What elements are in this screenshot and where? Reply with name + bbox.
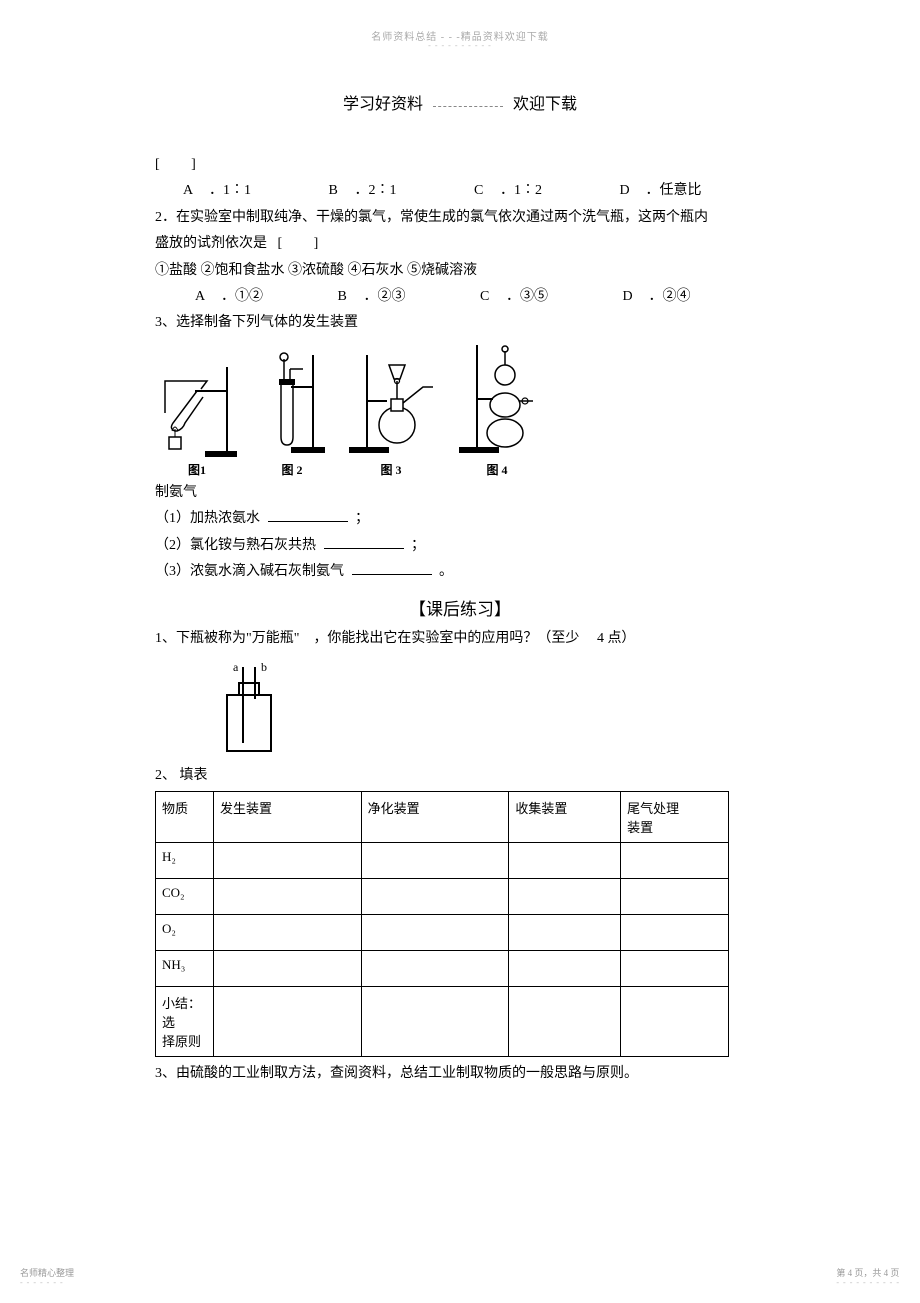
universal-bottle-figure: a b — [209, 661, 765, 761]
q3-after: 制氨气 — [155, 482, 765, 504]
gas-washing-bottle-icon: a b — [209, 661, 289, 761]
cell-input[interactable] — [361, 843, 509, 879]
cell-input[interactable] — [621, 987, 729, 1057]
th-collect: 收集装置 — [509, 792, 621, 843]
q3-item-1: （1）加热浓氨水 ； — [155, 508, 765, 530]
row-co2: CO₂ — [156, 879, 214, 915]
kipps-generator-icon — [455, 341, 539, 459]
blank-input[interactable] — [324, 535, 404, 549]
cell-input[interactable] — [361, 915, 509, 951]
fig2-label: 图 2 — [281, 461, 302, 478]
apparatus-fig1: 图1 — [155, 363, 239, 478]
q2-opt-c: C．③⑤ — [480, 286, 623, 308]
port-b-label: b — [261, 661, 267, 674]
cell-input[interactable] — [621, 915, 729, 951]
p2-stem: 2、 填表 — [155, 765, 765, 787]
cell-input[interactable] — [509, 987, 621, 1057]
cell-input[interactable] — [213, 987, 361, 1057]
table-row: CO₂ — [156, 879, 729, 915]
cell-input[interactable] — [213, 843, 361, 879]
apparatus-fig4: 图 4 — [455, 341, 539, 478]
blank-input[interactable] — [352, 561, 432, 575]
q1-opt-c: C．1∶2 — [474, 180, 620, 202]
q2-opt-b: B．②③ — [338, 286, 481, 308]
fig1-label: 图1 — [188, 461, 206, 478]
header-underline — [433, 106, 503, 107]
cell-input[interactable] — [509, 843, 621, 879]
row-o2: O₂ — [156, 915, 214, 951]
page-body: 学习好资料 欢迎下载 [ ] A．1∶1 B．2∶1 C．1∶2 D．任意比 2… — [0, 50, 920, 1085]
th-generator: 发生装置 — [213, 792, 361, 843]
blank-input[interactable] — [268, 508, 348, 522]
footer-dashes: - - - - - - - — [20, 1278, 74, 1287]
top-watermark: 名师资料总结 - - -精品资料欢迎下载 - - - - - - - - - - — [0, 0, 920, 50]
round-flask-funnel-icon — [345, 351, 437, 459]
header-right: 欢迎下载 — [513, 96, 577, 113]
header-left: 学习好资料 — [343, 96, 423, 113]
row-nh3: NH₃ — [156, 951, 214, 987]
th-substance: 物质 — [156, 792, 214, 843]
q2-stem-2: 盛放的试剂依次是 [ ] — [155, 233, 765, 255]
cell-input[interactable] — [213, 951, 361, 987]
q3-stem: 3、选择制备下列气体的发生装置 — [155, 312, 765, 334]
footer-left: 名师精心整理 - - - - - - - — [20, 1266, 74, 1287]
cell-input[interactable] — [361, 951, 509, 987]
table-row-summary: 小结：选 择原则 — [156, 987, 729, 1057]
q1-options: A．1∶1 B．2∶1 C．1∶2 D．任意比 — [155, 180, 765, 202]
cell-input[interactable] — [361, 987, 509, 1057]
q2-options: A．①② B．②③ C．③⑤ D．②④ — [155, 286, 765, 308]
p1-stem: 1、下瓶被称为"万能瓶" ，你能找出它在实验室中的应用吗？（至少 4 点） — [155, 628, 765, 650]
footer-right: 第 4 页，共 4 页 - - - - - - - - - - — [836, 1266, 900, 1287]
page-header: 学习好资料 欢迎下载 — [155, 90, 765, 114]
table-header-row: 物质 发生装置 净化装置 收集装置 尾气处理 装置 — [156, 792, 729, 843]
cell-input[interactable] — [621, 843, 729, 879]
q1-opt-b: B．2∶1 — [329, 180, 475, 202]
cell-input[interactable] — [361, 879, 509, 915]
table-row: NH₃ — [156, 951, 729, 987]
cell-input[interactable] — [213, 915, 361, 951]
fig3-label: 图 3 — [380, 461, 401, 478]
q1-opt-a: A．1∶1 — [183, 180, 329, 202]
cell-input[interactable] — [213, 879, 361, 915]
fig4-label: 图 4 — [486, 461, 507, 478]
cell-input[interactable] — [621, 879, 729, 915]
q1-opt-d: D．任意比 — [620, 180, 766, 202]
apparatus-fig2: 图 2 — [257, 351, 327, 478]
table-row: H₂ — [156, 843, 729, 879]
apparatus-fig3: 图 3 — [345, 351, 437, 478]
q2-stem-1: 2．在实验室中制取纯净、干燥的氯气，常使生成的氯气依次通过两个洗气瓶，这两个瓶内 — [155, 207, 765, 229]
cell-input[interactable] — [509, 879, 621, 915]
q2-opt-d: D．②④ — [623, 286, 766, 308]
cell-input[interactable] — [621, 951, 729, 987]
row-summary: 小结：选 择原则 — [156, 987, 214, 1057]
q3-item-3: （3）浓氨水滴入碱石灰制氨气 。 — [155, 561, 765, 583]
q2-opt-a: A．①② — [195, 286, 338, 308]
table-row: O₂ — [156, 915, 729, 951]
practice-title: 【课后练习】 — [155, 595, 765, 620]
footer-dashes: - - - - - - - - - - — [836, 1278, 900, 1287]
cell-input[interactable] — [509, 915, 621, 951]
port-a-label: a — [233, 661, 239, 674]
thistle-funnel-tube-icon — [257, 351, 327, 459]
page-footer: 名师精心整理 - - - - - - - 第 4 页，共 4 页 - - - -… — [20, 1266, 900, 1287]
p3-stem: 3、由硫酸的工业制取方法，查阅资料，总结工业制取物质的一般思路与原则。 — [155, 1063, 765, 1085]
th-tailgas: 尾气处理 装置 — [621, 792, 729, 843]
substances-table: 物质 发生装置 净化装置 收集装置 尾气处理 装置 H₂ CO₂ O₂ — [155, 791, 729, 1057]
q2-reagents: ①盐酸 ②饱和食盐水 ③浓硫酸 ④石灰水 ⑤烧碱溶液 — [155, 260, 765, 282]
q1-bracket: [ ] — [155, 154, 765, 176]
retort-stand-heating-icon — [155, 363, 239, 459]
wm-dashes: - - - - - - - - - - — [0, 41, 920, 50]
cell-input[interactable] — [509, 951, 621, 987]
apparatus-row: 图1 图 2 — [155, 341, 765, 478]
row-h2: H₂ — [156, 843, 214, 879]
q3-item-2: （2）氯化铵与熟石灰共热 ； — [155, 535, 765, 557]
th-purify: 净化装置 — [361, 792, 509, 843]
